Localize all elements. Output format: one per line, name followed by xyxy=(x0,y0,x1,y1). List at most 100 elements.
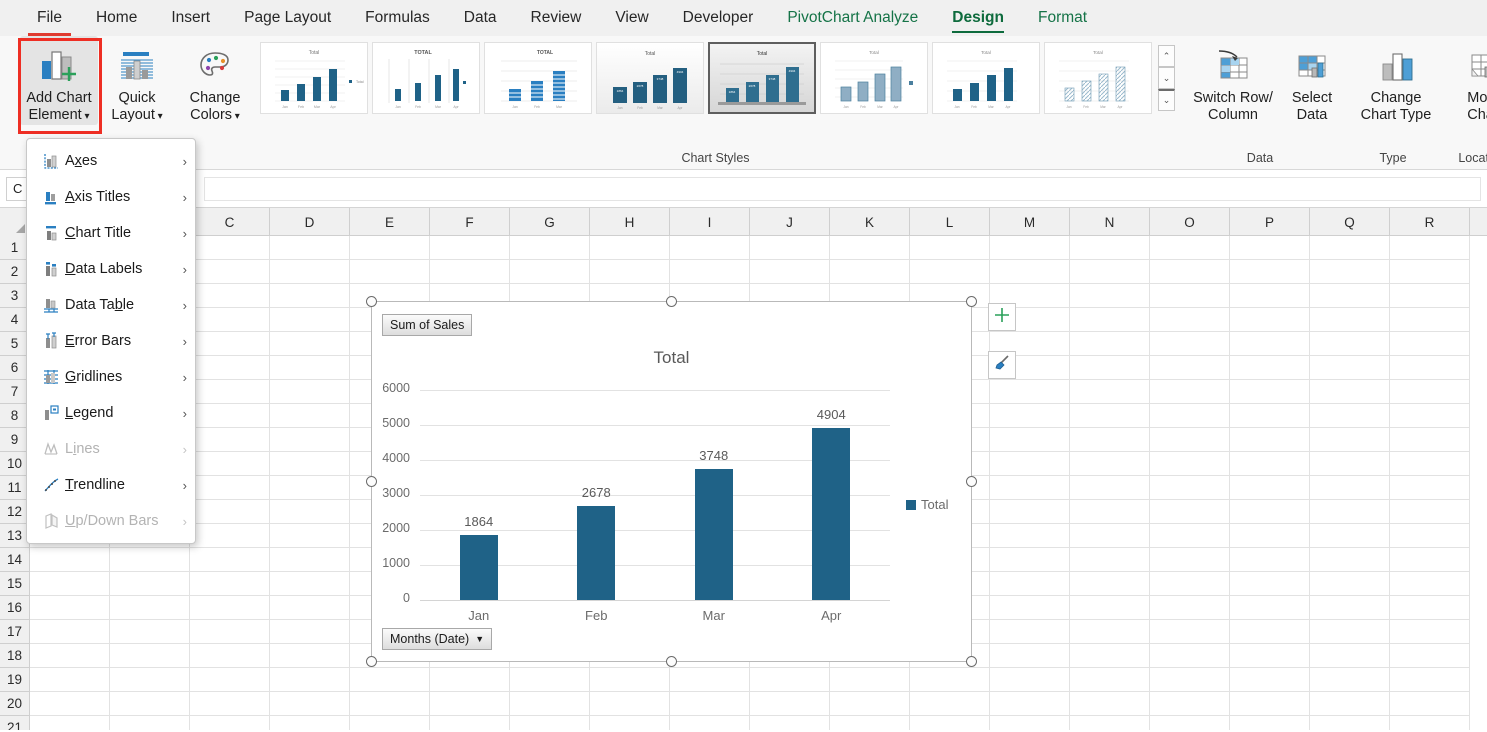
grid-cell-F20[interactable] xyxy=(430,692,510,716)
grid-cell-A21[interactable] xyxy=(30,716,110,730)
grid-cell-P18[interactable] xyxy=(1230,644,1310,668)
grid-cell-D17[interactable] xyxy=(270,620,350,644)
select-data-button[interactable]: Select Data xyxy=(1281,36,1343,124)
grid-cell-A19[interactable] xyxy=(30,668,110,692)
formula-input[interactable] xyxy=(204,176,1481,201)
grid-cell-O1[interactable] xyxy=(1150,236,1230,260)
grid-cell-B18[interactable] xyxy=(110,644,190,668)
grid-cell-D10[interactable] xyxy=(270,452,350,476)
grid-cell-G1[interactable] xyxy=(510,236,590,260)
grid-cell-M20[interactable] xyxy=(990,692,1070,716)
chart-style-thumb-4[interactable]: Total 1864 2678 3748 4904 Jan Feb Mar Apr xyxy=(596,42,704,114)
grid-cell-I21[interactable] xyxy=(670,716,750,730)
column-header-G[interactable]: G xyxy=(510,208,590,236)
grid-cell-H21[interactable] xyxy=(590,716,670,730)
resize-handle-bottom-center[interactable] xyxy=(666,656,677,667)
resize-handle-top-left[interactable] xyxy=(366,296,377,307)
grid-cell-R1[interactable] xyxy=(1390,236,1470,260)
grid-cell-C19[interactable] xyxy=(190,668,270,692)
grid-cell-P10[interactable] xyxy=(1230,452,1310,476)
column-header-L[interactable]: L xyxy=(910,208,990,236)
chart-legend[interactable]: Total xyxy=(906,497,948,512)
data-label[interactable]: 4904 xyxy=(817,407,846,422)
grid-cell-B14[interactable] xyxy=(110,548,190,572)
quick-layout-button[interactable]: Quick Layout ▾ xyxy=(98,36,176,125)
chart-style-thumb-7[interactable]: Total Jan Feb Mar Apr xyxy=(932,42,1040,114)
grid-cell-C1[interactable] xyxy=(190,236,270,260)
grid-cell-D21[interactable] xyxy=(270,716,350,730)
pivot-axis-field-button[interactable]: Months (Date) ▼ xyxy=(382,628,493,650)
grid-cell-R14[interactable] xyxy=(1390,548,1470,572)
grid-cell-Q21[interactable] xyxy=(1310,716,1390,730)
grid-cell-R18[interactable] xyxy=(1390,644,1470,668)
grid-cell-Q9[interactable] xyxy=(1310,428,1390,452)
grid-cell-A17[interactable] xyxy=(30,620,110,644)
grid-cell-J2[interactable] xyxy=(750,260,830,284)
grid-cell-R19[interactable] xyxy=(1390,668,1470,692)
grid-cell-Q13[interactable] xyxy=(1310,524,1390,548)
plot-area[interactable]: 1864 Jan 2678 Feb 3748 Mar 4904 Apr xyxy=(420,390,890,623)
chart-style-thumb-6[interactable]: Total Jan Feb Mar Apr xyxy=(820,42,928,114)
row-header[interactable]: 13 xyxy=(0,524,29,548)
grid-cell-O3[interactable] xyxy=(1150,284,1230,308)
row-header[interactable]: 10 xyxy=(0,452,29,476)
grid-cell-D3[interactable] xyxy=(270,284,350,308)
grid-cell-Q7[interactable] xyxy=(1310,380,1390,404)
grid-cell-O15[interactable] xyxy=(1150,572,1230,596)
gallery-scroll-buttons[interactable]: ⌃ ⌄ ⌄ xyxy=(1158,45,1175,111)
grid-cell-D18[interactable] xyxy=(270,644,350,668)
chart-title[interactable]: Total xyxy=(372,348,971,368)
grid-cell-L20[interactable] xyxy=(910,692,990,716)
column-header-O[interactable]: O xyxy=(1150,208,1230,236)
tab-file[interactable]: File xyxy=(20,0,79,36)
grid-cell-C18[interactable] xyxy=(190,644,270,668)
gallery-scroll-up-button[interactable]: ⌃ xyxy=(1158,45,1175,67)
chart-style-thumb-3[interactable]: TOTAL Jan Feb Mar xyxy=(484,42,592,114)
resize-handle-top-center[interactable] xyxy=(666,296,677,307)
grid-cell-G21[interactable] xyxy=(510,716,590,730)
grid-cell-R13[interactable] xyxy=(1390,524,1470,548)
grid-cell-P20[interactable] xyxy=(1230,692,1310,716)
grid-cell-Q10[interactable] xyxy=(1310,452,1390,476)
grid-cell-Q8[interactable] xyxy=(1310,404,1390,428)
change-chart-type-button[interactable]: Change Chart Type xyxy=(1349,36,1443,124)
grid-cell-D14[interactable] xyxy=(270,548,350,572)
grid-cell-F1[interactable] xyxy=(430,236,510,260)
chart-bar[interactable] xyxy=(812,428,851,600)
grid-cell-A14[interactable] xyxy=(30,548,110,572)
grid-cell-P11[interactable] xyxy=(1230,476,1310,500)
grid-cell-M10[interactable] xyxy=(990,452,1070,476)
grid-cell-R20[interactable] xyxy=(1390,692,1470,716)
grid-cell-N6[interactable] xyxy=(1070,356,1150,380)
row-header[interactable]: 12 xyxy=(0,500,29,524)
grid-cell-E20[interactable] xyxy=(350,692,430,716)
grid-cell-C17[interactable] xyxy=(190,620,270,644)
grid-cell-D1[interactable] xyxy=(270,236,350,260)
data-label[interactable]: 2678 xyxy=(582,485,611,500)
column-header-Q[interactable]: Q xyxy=(1310,208,1390,236)
grid-cell-R9[interactable] xyxy=(1390,428,1470,452)
row-header[interactable]: 8 xyxy=(0,404,29,428)
grid-cell-P8[interactable] xyxy=(1230,404,1310,428)
menu-item-legend[interactable]: Legend › xyxy=(27,395,195,431)
grid-cell-I19[interactable] xyxy=(670,668,750,692)
row-header[interactable]: 11 xyxy=(0,476,29,500)
grid-cell-H2[interactable] xyxy=(590,260,670,284)
grid-cell-M15[interactable] xyxy=(990,572,1070,596)
grid-cell-L2[interactable] xyxy=(910,260,990,284)
row-header[interactable]: 21 xyxy=(0,716,29,730)
row-header[interactable]: 14 xyxy=(0,548,29,572)
chart-styles-button[interactable] xyxy=(988,351,1016,379)
grid-cell-M19[interactable] xyxy=(990,668,1070,692)
grid-cell-M11[interactable] xyxy=(990,476,1070,500)
grid-cell-J19[interactable] xyxy=(750,668,830,692)
chart-style-thumb-1[interactable]: Total Total Jan Feb Mar Apr xyxy=(260,42,368,114)
chart-bar[interactable] xyxy=(694,468,733,600)
menu-item-error-bars[interactable]: Error Bars › xyxy=(27,323,195,359)
grid-cell-Q16[interactable] xyxy=(1310,596,1390,620)
grid-cell-O6[interactable] xyxy=(1150,356,1230,380)
grid-cell-F2[interactable] xyxy=(430,260,510,284)
grid-cell-C3[interactable] xyxy=(190,284,270,308)
column-header-M[interactable]: M xyxy=(990,208,1070,236)
grid-cell-N14[interactable] xyxy=(1070,548,1150,572)
